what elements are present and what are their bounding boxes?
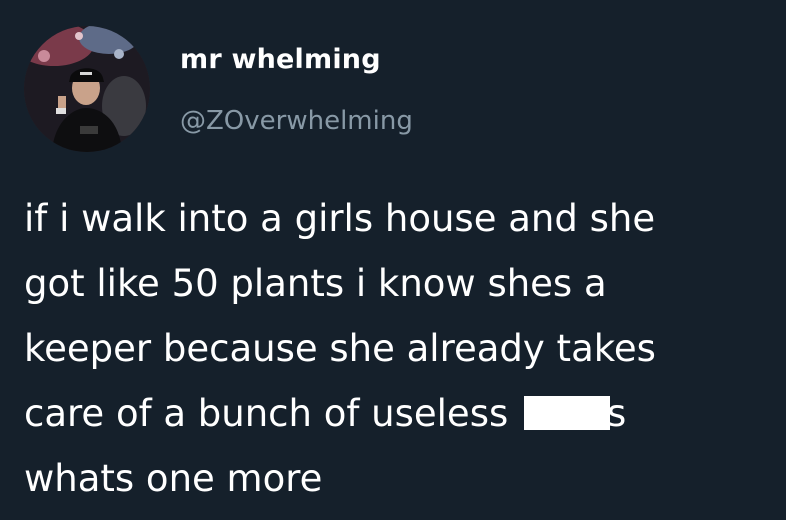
tweet-text-segment: care of a bunch of useless: [24, 392, 509, 435]
tweet-text-line: if i walk into a girls house and she: [24, 197, 656, 240]
tweet-text: if i walk into a girls house and she got…: [24, 186, 774, 511]
avatar[interactable]: [24, 26, 150, 152]
censored-word-tail: s: [607, 392, 627, 435]
censor-box: [524, 396, 611, 430]
user-handle[interactable]: @ZOverwhelming: [180, 106, 413, 136]
tweet-card: mr whelming @ZOverwhelming if i walk int…: [0, 0, 786, 520]
tweet-text-line: got like 50 plants i know shes a: [24, 262, 607, 305]
tweet-text-line: care of a bunch of useless s: [24, 381, 774, 446]
tweet-text-line: whats one more: [24, 457, 323, 500]
tweet-text-line: keeper because she already takes: [24, 327, 656, 370]
profile-photo-icon: [24, 26, 150, 152]
display-name[interactable]: mr whelming: [180, 44, 381, 75]
